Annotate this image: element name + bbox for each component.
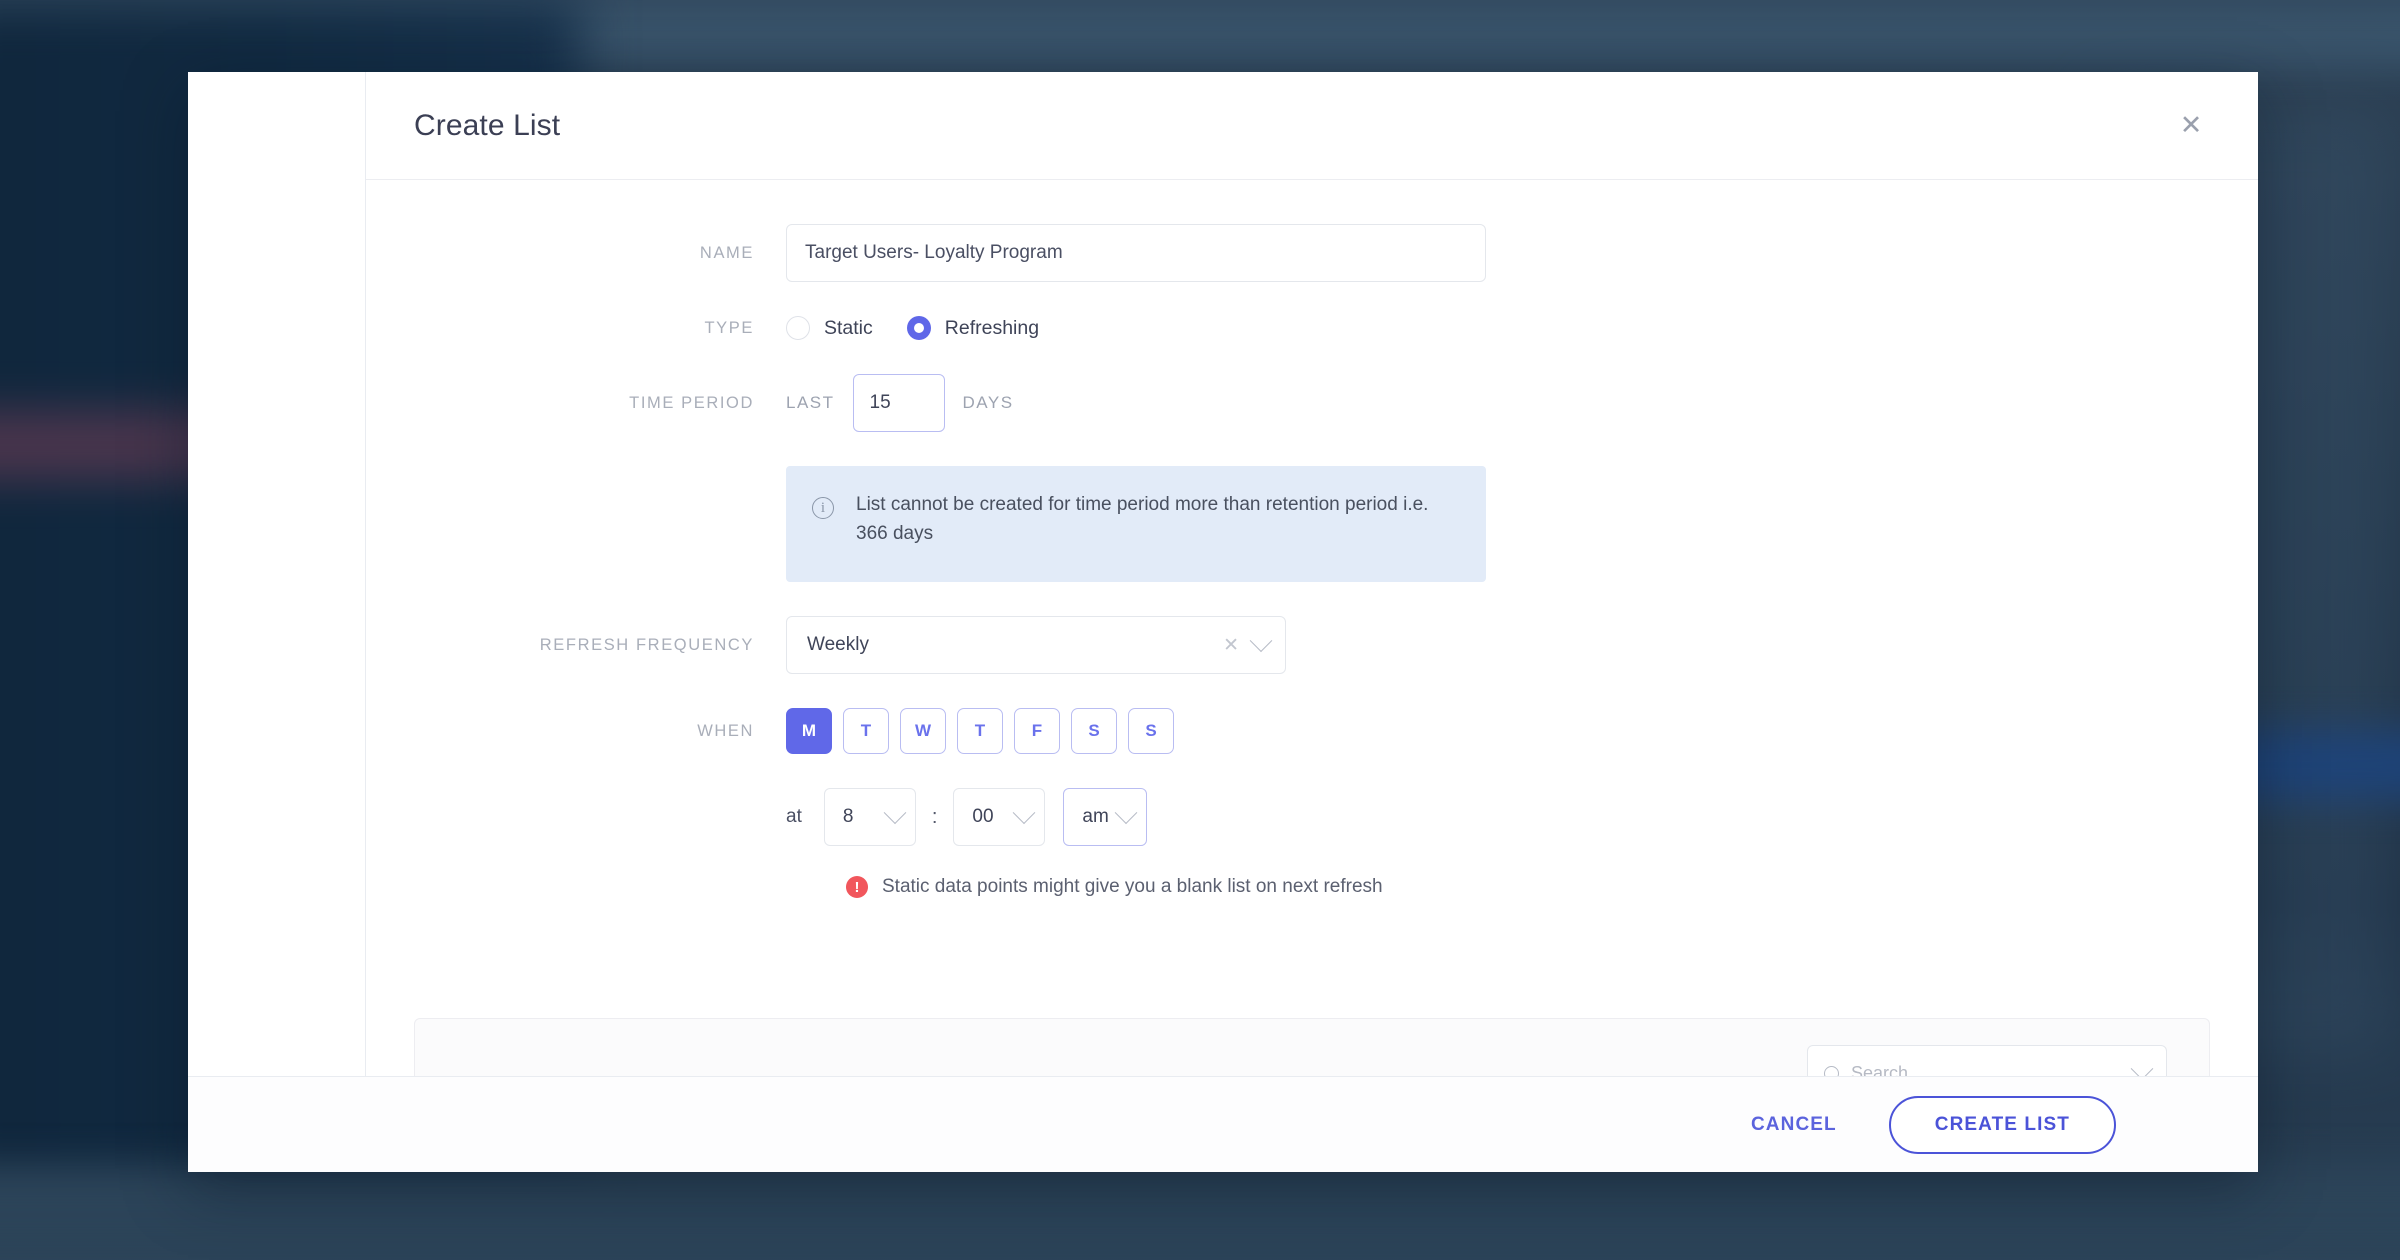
modal-left-gutter bbox=[188, 72, 366, 1076]
refresh-frequency-body: Weekly ✕ bbox=[786, 616, 1286, 674]
when-row: WHEN M T W T F S S bbox=[366, 708, 2258, 754]
modal-body-wrapper: Create List ✕ NAME TYPE bbox=[188, 72, 2258, 1076]
search-box[interactable]: Search bbox=[1807, 1045, 2167, 1076]
hour-select[interactable]: 8 bbox=[824, 788, 916, 846]
meridiem-value: am bbox=[1082, 806, 1114, 828]
time-period-field-body: LAST DAYS bbox=[786, 374, 1014, 432]
radio-option-refreshing[interactable]: Refreshing bbox=[907, 316, 1039, 340]
page-title: Create List bbox=[414, 109, 560, 143]
day-toggle-friday[interactable]: F bbox=[1014, 708, 1060, 754]
time-period-label: TIME PERIOD bbox=[366, 392, 786, 414]
time-period-suffix: DAYS bbox=[963, 393, 1014, 413]
backdrop-bottom-strip bbox=[0, 1170, 2400, 1260]
time-separator: : bbox=[932, 806, 938, 829]
refresh-frequency-value: Weekly bbox=[807, 634, 1213, 656]
modal-header: Create List ✕ bbox=[366, 72, 2258, 180]
modal-content: NAME TYPE Static bbox=[366, 180, 2258, 1076]
when-label: WHEN bbox=[366, 720, 786, 742]
time-period-row: TIME PERIOD LAST DAYS bbox=[366, 374, 2258, 432]
time-period-days-input[interactable] bbox=[853, 374, 945, 432]
when-body: M T W T F S S bbox=[786, 708, 1174, 754]
day-toggle-wednesday[interactable]: W bbox=[900, 708, 946, 754]
chevron-down-icon bbox=[1115, 801, 1138, 824]
create-list-button[interactable]: CREATE LIST bbox=[1889, 1096, 2116, 1154]
chevron-down-icon bbox=[884, 801, 907, 824]
static-data-warning: ! Static data points might give you a bl… bbox=[846, 876, 2258, 898]
day-toggle-saturday[interactable]: S bbox=[1071, 708, 1117, 754]
chevron-down-icon bbox=[1013, 801, 1036, 824]
type-label: TYPE bbox=[366, 317, 786, 339]
radio-refreshing-indicator bbox=[907, 316, 931, 340]
chevron-down-icon bbox=[1250, 629, 1273, 652]
create-list-modal: Create List ✕ NAME TYPE bbox=[188, 72, 2258, 1172]
radio-refreshing-label: Refreshing bbox=[945, 317, 1039, 340]
close-icon[interactable]: ✕ bbox=[1213, 636, 1249, 655]
time-picker-group: at 8 : 00 am bbox=[786, 788, 1147, 846]
data-points-panel: Search bbox=[414, 1018, 2210, 1076]
day-toggle-sunday[interactable]: S bbox=[1128, 708, 1174, 754]
radio-static-indicator bbox=[786, 316, 810, 340]
chevron-down-icon bbox=[2131, 1057, 2154, 1076]
refresh-frequency-row: REFRESH FREQUENCY Weekly ✕ bbox=[366, 616, 2258, 674]
day-toggle-monday[interactable]: M bbox=[786, 708, 832, 754]
time-body: at 8 : 00 am bbox=[786, 788, 1147, 846]
day-toggle-group: M T W T F S S bbox=[786, 708, 1174, 754]
info-banner-body: i List cannot be created for time period… bbox=[786, 466, 1486, 582]
type-row: TYPE Static Refreshing bbox=[366, 316, 2258, 340]
modal-main-column: Create List ✕ NAME TYPE bbox=[366, 72, 2258, 1076]
search-icon bbox=[1824, 1066, 1839, 1077]
cancel-button[interactable]: CANCEL bbox=[1745, 1104, 1843, 1146]
name-label: NAME bbox=[366, 242, 786, 264]
radio-static-label: Static bbox=[824, 317, 873, 340]
hour-value: 8 bbox=[843, 806, 883, 828]
name-row: NAME bbox=[366, 224, 2258, 282]
name-field-body bbox=[786, 224, 1486, 282]
minute-select[interactable]: 00 bbox=[953, 788, 1045, 846]
minute-value: 00 bbox=[972, 806, 1012, 828]
at-label: at bbox=[786, 806, 802, 828]
info-banner-text: List cannot be created for time period m… bbox=[856, 490, 1446, 549]
list-name-input[interactable] bbox=[786, 224, 1486, 282]
meridiem-select[interactable]: am bbox=[1063, 788, 1147, 846]
day-toggle-thursday[interactable]: T bbox=[957, 708, 1003, 754]
error-icon: ! bbox=[846, 876, 868, 898]
time-row: at 8 : 00 am bbox=[366, 788, 2258, 846]
info-icon: i bbox=[812, 497, 834, 519]
info-banner: i List cannot be created for time period… bbox=[786, 466, 1486, 582]
search-placeholder: Search bbox=[1851, 1063, 2118, 1077]
day-toggle-tuesday[interactable]: T bbox=[843, 708, 889, 754]
refresh-frequency-select[interactable]: Weekly ✕ bbox=[786, 616, 1286, 674]
static-data-warning-text: Static data points might give you a blan… bbox=[882, 876, 1383, 898]
type-radio-group: Static Refreshing bbox=[786, 316, 1039, 340]
info-banner-row: i List cannot be created for time period… bbox=[366, 466, 2258, 582]
modal-footer: CANCEL CREATE LIST bbox=[188, 1076, 2258, 1172]
type-field-body: Static Refreshing bbox=[786, 316, 1039, 340]
refresh-frequency-label: REFRESH FREQUENCY bbox=[366, 634, 786, 656]
time-period-prefix: LAST bbox=[786, 393, 835, 413]
close-icon[interactable]: ✕ bbox=[2172, 107, 2210, 145]
radio-option-static[interactable]: Static bbox=[786, 316, 873, 340]
